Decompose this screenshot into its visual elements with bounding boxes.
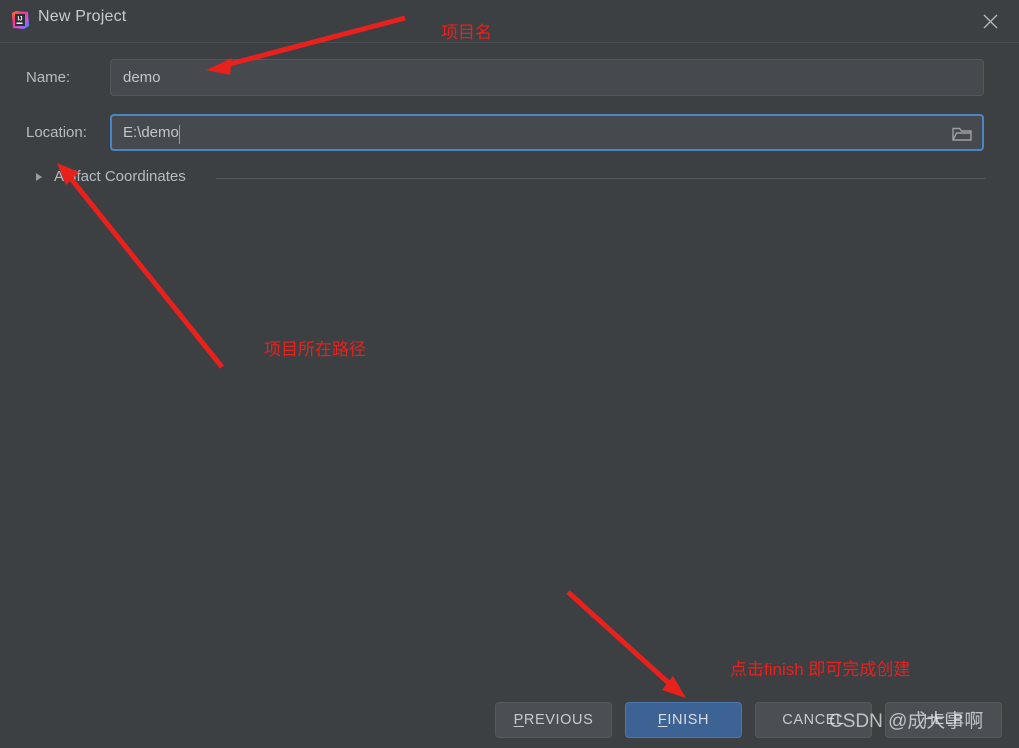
svg-text:IJ: IJ: [17, 17, 22, 23]
name-label: Name:: [26, 69, 71, 86]
location-input-value: E:\demo: [123, 124, 179, 141]
annotation-arrows: [57, 15, 686, 698]
annotation-arrow-path: [57, 163, 224, 369]
csdn-watermark: CSDN @成大事啊: [829, 711, 984, 732]
location-label: Location:: [26, 124, 87, 141]
artifact-coordinates-label: Artifact Coordinates: [54, 168, 186, 185]
close-icon[interactable]: [967, 0, 1013, 42]
section-separator: [216, 178, 985, 179]
previous-button-mnemonic: P: [513, 712, 524, 728]
finish-button-label: INISH: [667, 712, 710, 728]
annotation-label-path: 项目所在路径: [264, 340, 366, 359]
name-input[interactable]: demo: [110, 59, 984, 96]
artifact-coordinates-section[interactable]: Artifact Coordinates: [26, 168, 985, 188]
folder-icon[interactable]: [952, 125, 972, 142]
text-caret: [178, 125, 180, 144]
annotation-label-name: 项目名: [441, 23, 492, 42]
finish-button-mnemonic: F: [657, 712, 668, 728]
chevron-right-icon[interactable]: [36, 173, 42, 181]
location-input[interactable]: E:\demo: [110, 114, 984, 151]
title-bar: IJ New Project: [0, 0, 1019, 43]
intellij-idea-icon: IJ: [10, 10, 30, 30]
annotation-arrow-finish: [566, 590, 686, 698]
name-input-value: demo: [123, 69, 161, 86]
finish-button[interactable]: FINISH: [625, 702, 742, 738]
window-title: New Project: [38, 8, 127, 25]
previous-button[interactable]: PREVIOUS: [495, 702, 612, 738]
previous-button-label: REVIOUS: [523, 712, 594, 728]
annotation-label-finish: 点击finish 即可完成创建: [730, 660, 911, 679]
